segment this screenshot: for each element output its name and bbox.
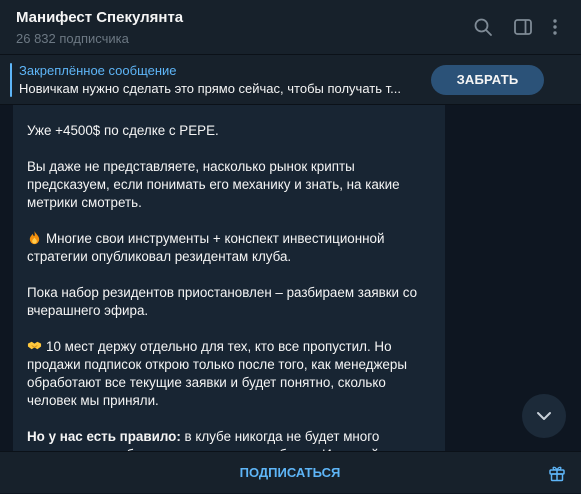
search-icon[interactable] <box>473 17 493 37</box>
more-vertical-icon[interactable] <box>545 17 565 37</box>
message-paragraph: Уже +4500$ по сделке с PEPE. <box>27 123 219 138</box>
get-access-button[interactable]: ЗАБРАТЬ ДОСТУП <box>431 65 544 117</box>
channel-title[interactable]: Манифест Спекулянта <box>16 9 183 26</box>
message-paragraph: Вы даже не представляете, насколько рыно… <box>27 159 400 210</box>
message-paragraph-text: 10 мест держу отдельно для тех, кто все … <box>27 339 407 408</box>
subscribe-button[interactable]: ПОДПИСАТЬСЯ <box>190 452 390 494</box>
message-paragraph: 10 мест держу отдельно для тех, кто все … <box>27 338 427 410</box>
pinned-message-title: Закреплённое сообщение <box>19 63 177 78</box>
fire-icon <box>29 230 40 245</box>
message-paragraph: Многие свои инструменты + конспект инвес… <box>27 230 427 266</box>
handshake-icon <box>27 341 42 350</box>
message-feed[interactable]: Уже +4500$ по сделке с PEPE. Вы даже не … <box>0 105 581 451</box>
message-paragraph: Но у нас есть правило: в клубе никогда н… <box>27 428 427 451</box>
pinned-message-text: Новичкам нужно сделать это прямо сейчас,… <box>19 81 401 96</box>
gift-icon[interactable] <box>548 464 566 482</box>
chevron-down-icon <box>537 412 551 420</box>
message-paragraph-text: Многие свои инструменты + конспект инвес… <box>27 231 385 264</box>
message-paragraph: Пока набор резидентов приостановлен – ра… <box>27 285 418 318</box>
subscriber-count: 26 832 подписчика <box>16 31 129 46</box>
bottom-bar: ПОДПИСАТЬСЯ <box>0 451 581 493</box>
pinned-indicator <box>10 63 12 97</box>
sidebar-toggle-icon[interactable] <box>513 17 533 37</box>
channel-header[interactable]: Манифест Спекулянта 26 832 подписчика <box>0 0 581 55</box>
scroll-down-button[interactable] <box>522 394 566 438</box>
message-bold-text: Но у нас есть правило: <box>27 429 181 444</box>
